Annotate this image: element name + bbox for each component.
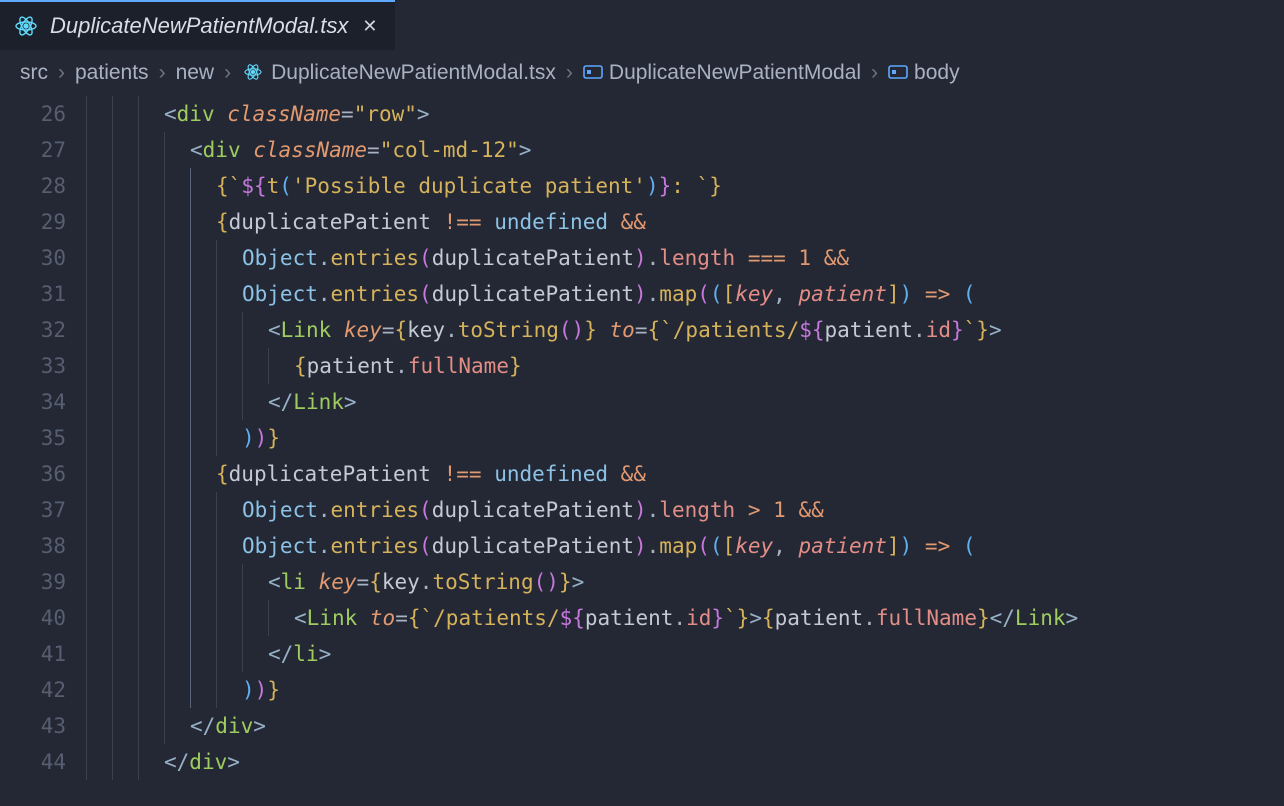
tab-title: DuplicateNewPatientModal.tsx <box>50 15 348 37</box>
breadcrumb-item[interactable]: DuplicateNewPatientModal <box>583 62 861 83</box>
breadcrumb-item[interactable]: src <box>20 62 48 83</box>
breadcrumb-item[interactable]: patients <box>75 62 149 83</box>
code-line[interactable]: Object.entries(duplicatePatient).map(([k… <box>86 528 1284 564</box>
line-number: 35 <box>0 420 66 456</box>
line-number: 29 <box>0 204 66 240</box>
line-number: 39 <box>0 564 66 600</box>
code-line[interactable]: </li> <box>86 636 1284 672</box>
chevron-right-icon: › <box>224 62 231 83</box>
line-number: 36 <box>0 456 66 492</box>
line-number: 27 <box>0 132 66 168</box>
code-line[interactable]: <li key={key.toString()}> <box>86 564 1284 600</box>
code-line[interactable]: </div> <box>86 744 1284 780</box>
code-line[interactable]: ))} <box>86 420 1284 456</box>
code-line[interactable]: <Link to={`/patients/${patient.id}`}>{pa… <box>86 600 1284 636</box>
code-line[interactable]: Object.entries(duplicatePatient).map(([k… <box>86 276 1284 312</box>
breadcrumb: src › patients › new › DuplicateNewPatie… <box>0 50 1284 96</box>
symbol-variable-icon <box>888 65 908 79</box>
line-number-gutter: 26272829303132333435363738394041424344 <box>0 96 86 805</box>
line-number: 30 <box>0 240 66 276</box>
line-number: 33 <box>0 348 66 384</box>
code-line[interactable]: {patient.fullName} <box>86 348 1284 384</box>
code-line[interactable]: {duplicatePatient !== undefined && <box>86 204 1284 240</box>
breadcrumb-item[interactable]: DuplicateNewPatientModal.tsx <box>241 60 556 84</box>
line-number: 44 <box>0 744 66 780</box>
line-number: 42 <box>0 672 66 708</box>
react-icon <box>14 14 38 38</box>
line-number: 28 <box>0 168 66 204</box>
code-line[interactable]: <Link key={key.toString()} to={`/patient… <box>86 312 1284 348</box>
chevron-right-icon: › <box>159 62 166 83</box>
editor-tab-active[interactable]: DuplicateNewPatientModal.tsx ✕ <box>0 0 395 50</box>
code-line[interactable]: Object.entries(duplicatePatient).length … <box>86 240 1284 276</box>
chevron-right-icon: › <box>566 62 573 83</box>
code-content[interactable]: <div className="row"><div className="col… <box>86 96 1284 805</box>
editor-tabs-bar: DuplicateNewPatientModal.tsx ✕ <box>0 0 1284 50</box>
line-number: 32 <box>0 312 66 348</box>
code-editor[interactable]: 26272829303132333435363738394041424344 <… <box>0 96 1284 805</box>
chevron-right-icon: › <box>871 62 878 83</box>
code-line[interactable]: {`${t('Possible duplicate patient')}: `} <box>86 168 1284 204</box>
line-number: 26 <box>0 96 66 132</box>
code-line[interactable]: ))} <box>86 672 1284 708</box>
react-icon <box>243 62 262 81</box>
breadcrumb-item[interactable]: new <box>176 62 215 83</box>
close-icon[interactable]: ✕ <box>362 17 377 35</box>
chevron-right-icon: › <box>58 62 65 83</box>
line-number: 43 <box>0 708 66 744</box>
code-line[interactable]: </Link> <box>86 384 1284 420</box>
code-line[interactable]: <div className="row"> <box>86 96 1284 132</box>
line-number: 37 <box>0 492 66 528</box>
code-line[interactable]: <div className="col-md-12"> <box>86 132 1284 168</box>
line-number: 34 <box>0 384 66 420</box>
line-number: 31 <box>0 276 66 312</box>
line-number: 40 <box>0 600 66 636</box>
symbol-variable-icon <box>583 65 603 79</box>
breadcrumb-item[interactable]: body <box>888 62 960 83</box>
code-line[interactable]: {duplicatePatient !== undefined && <box>86 456 1284 492</box>
code-line[interactable]: Object.entries(duplicatePatient).length … <box>86 492 1284 528</box>
code-line[interactable]: </div> <box>86 708 1284 744</box>
line-number: 38 <box>0 528 66 564</box>
line-number: 41 <box>0 636 66 672</box>
